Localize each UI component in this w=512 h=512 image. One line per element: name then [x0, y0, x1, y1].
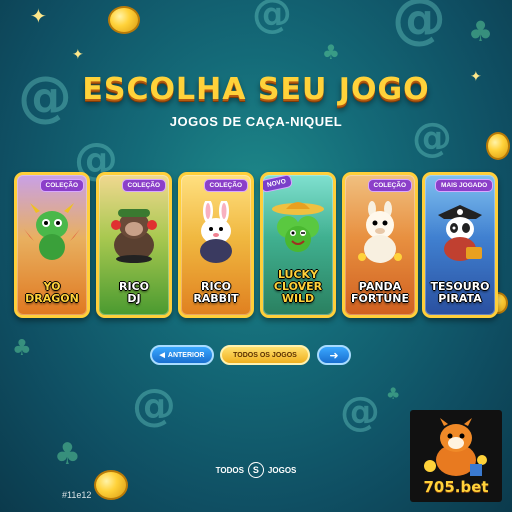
clover-icon: ♣: [468, 15, 494, 48]
game-card-rico-dj[interactable]: COLEÇÃO RICO DJ: [96, 172, 172, 318]
footer-link-left: TODOS: [215, 465, 244, 475]
game-title: YO DRAGON: [25, 280, 79, 305]
arrow-right-icon: ➜: [329, 348, 339, 362]
carousel-navigation: ◀ ANTERIOR TODOS OS JOGOS ➜: [0, 345, 512, 367]
game-title: TESOURO PIRATA: [430, 280, 490, 305]
rabbit-icon: [200, 201, 232, 263]
game-title: RICO DJ: [119, 280, 149, 305]
game-card-rico-rabbit[interactable]: COLEÇÃO RICO RABBIT: [178, 172, 254, 318]
footer-link-right: JOGOS: [267, 465, 297, 475]
coin-icon: [486, 132, 510, 160]
badge-colecao: COLEÇÃO: [367, 179, 412, 192]
coin-icon: [108, 6, 140, 34]
dragon-icon: [24, 203, 80, 260]
gorilla-icon: [111, 209, 157, 263]
arrow-left-icon: ◀: [159, 352, 165, 359]
game-card-tesouro-pirata[interactable]: MAIS JOGADO TESOURO PIRATA: [422, 172, 498, 318]
brand-logo: 705.bet: [410, 410, 502, 502]
swirl-icon: @: [392, 0, 446, 50]
badge-colecao: COLEÇÃO: [203, 179, 248, 192]
sparkle-icon: ✦: [72, 47, 84, 63]
clover-icon: ♣: [386, 384, 401, 403]
brand-logo-text: 705.bet: [423, 478, 489, 496]
badge-mais-jogado: MAIS JOGADO: [435, 179, 494, 192]
all-games-label: TODOS OS JOGOS: [233, 351, 297, 359]
clover-icon: ♣: [322, 40, 340, 64]
llama-icon: [358, 201, 402, 263]
badge-colecao: COLEÇÃO: [121, 179, 166, 192]
hashtag: #11e12: [62, 490, 92, 500]
page-title: ESCOLHA SEU JOGO: [82, 72, 430, 107]
swirl-icon: @: [132, 380, 176, 431]
game-title: PANDA FORTUNE: [351, 280, 409, 305]
sparkle-icon: ✦: [30, 4, 47, 28]
tiger-mascot-icon: [424, 418, 487, 476]
swirl-icon: @: [340, 389, 380, 435]
badge-colecao: COLEÇÃO: [39, 179, 84, 192]
page-subtitle: JOGOS DE CAÇA-NIQUEL: [169, 114, 343, 129]
game-card-yo-dragon[interactable]: COLEÇÃO YO DRAGON: [14, 172, 90, 318]
previous-label: ANTERIOR: [167, 351, 205, 359]
game-title: RICO RABBIT: [193, 280, 239, 305]
game-title: LUCKY CLOVER WILD: [273, 268, 323, 305]
badge-novo: NOVO: [263, 175, 294, 194]
s-logo-icon: S: [247, 462, 264, 478]
game-card-panda-fortune[interactable]: COLEÇÃO PANDA FORTUNE: [342, 172, 418, 318]
game-card-lucky-clover-wild[interactable]: NOVO LUCKY CLOVER WILD: [260, 172, 336, 318]
clover-icon: [272, 202, 324, 252]
panda-pirate-icon: [438, 205, 482, 261]
previous-button[interactable]: ◀ ANTERIOR: [150, 345, 214, 365]
next-button[interactable]: ➜: [317, 345, 351, 365]
all-games-button[interactable]: TODOS OS JOGOS: [220, 345, 310, 365]
game-carousel: COLEÇÃO YO DRAGON COLEÇÃO RICO DJ COLEÇÃ…: [14, 172, 498, 322]
swirl-icon: @: [252, 0, 292, 37]
